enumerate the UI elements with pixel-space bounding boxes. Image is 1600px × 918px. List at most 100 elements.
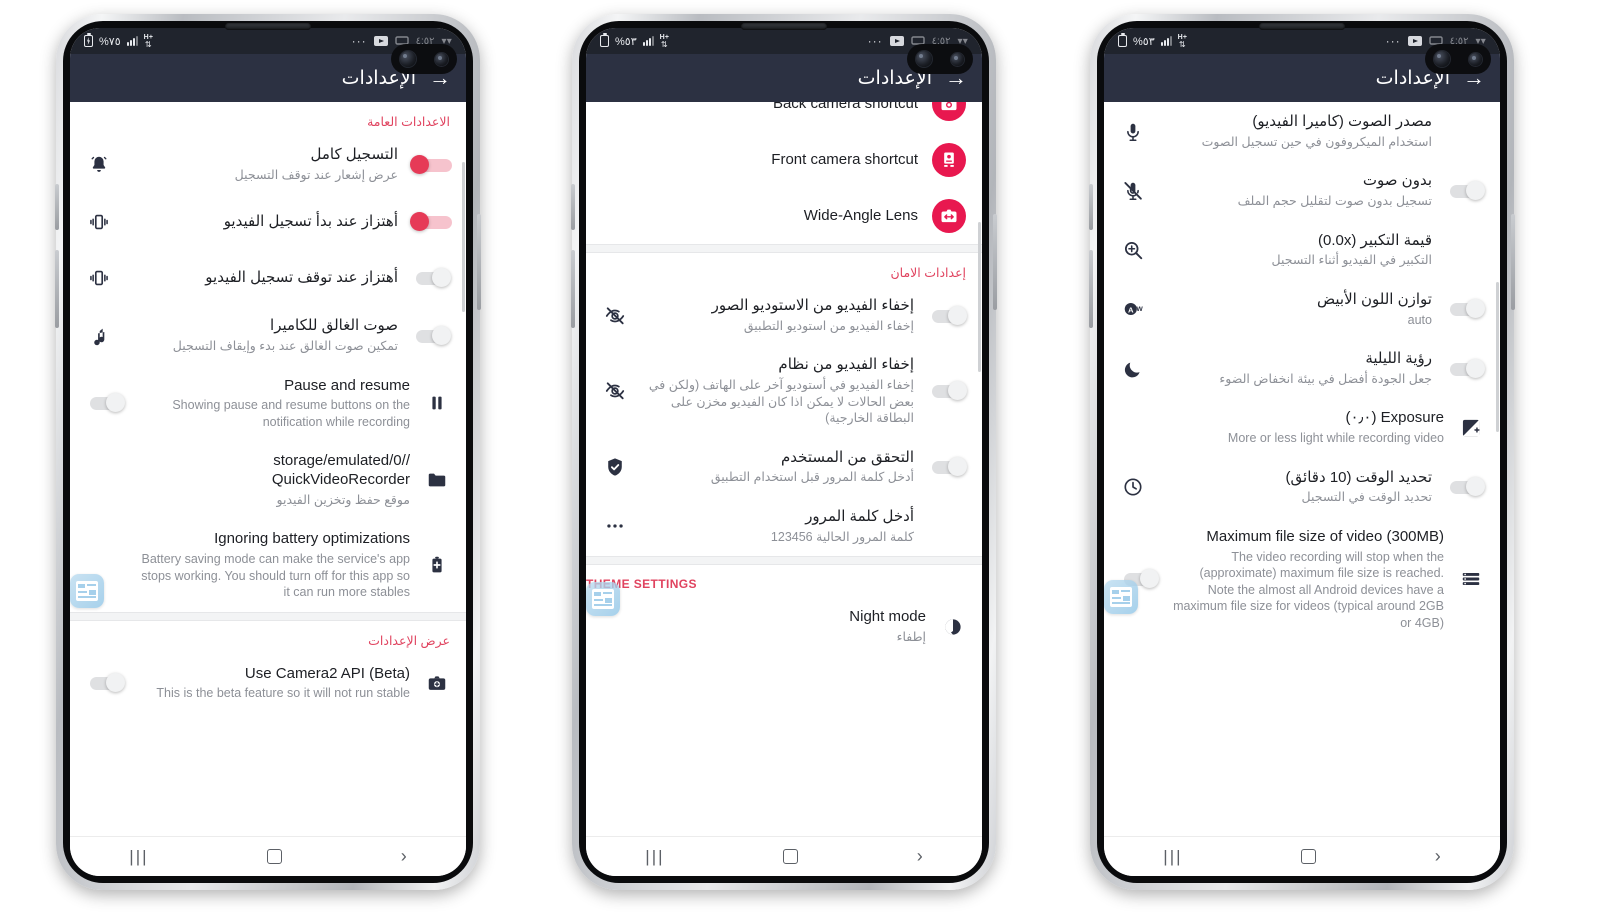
toggle-switch[interactable]: [84, 392, 126, 414]
home-button[interactable]: [783, 849, 799, 864]
back-button[interactable]: ›: [1435, 846, 1441, 867]
power-button[interactable]: [1511, 214, 1515, 310]
section-header: إعدادات الامان: [890, 266, 966, 280]
settings-scroller[interactable]: الاعدادات العامة التسجيل كامل عرض إشعار عن…: [70, 102, 466, 836]
row-subtitle: استخدام الميكروفون في حين تسجيل الصوت: [1201, 134, 1432, 149]
status-left: %٥٣ H+ ⇅: [600, 33, 669, 49]
volume-down-button[interactable]: [1089, 250, 1093, 328]
settings-row[interactable]: storage/emulated/0// QuickVideoRecorder م…: [70, 441, 466, 519]
settings-row[interactable]: أهتزاز عند توقف تسجيل الفيديو: [70, 250, 466, 306]
settings-row[interactable]: أهتزاز عند بدأ تسجيل الفيديو: [70, 194, 466, 250]
power-button[interactable]: [477, 214, 481, 310]
settings-row[interactable]: Front camera shortcut: [586, 132, 982, 188]
settings-row[interactable]: إخفاء الفيديو من نظام إخفاء الفيديو في أس…: [586, 345, 982, 437]
navigation-bar: ||| ›: [1104, 836, 1500, 876]
icon-slot: [422, 554, 452, 576]
phone-screen: %٥٣ H+ ⇅ ··· ٤:٥٢ ▾▾ الإعدادات → Back camera sho…: [586, 28, 982, 876]
settings-scroller[interactable]: Back camera shortcut Front camera shortcu…: [586, 102, 982, 836]
recents-button[interactable]: |||: [645, 847, 664, 867]
recents-button[interactable]: |||: [129, 847, 148, 867]
row-text: Back camera shortcut: [654, 102, 918, 113]
toggle-switch[interactable]: [84, 672, 126, 694]
moon-icon: [1122, 358, 1144, 380]
icon-slot: [84, 267, 114, 289]
home-button[interactable]: [1301, 849, 1317, 864]
power-button[interactable]: [993, 214, 997, 310]
toggle-switch[interactable]: [1444, 180, 1486, 202]
settings-row[interactable]: قيمة التكبير (0.0x) التكبير في الفيديو أث…: [1104, 221, 1500, 280]
row-title: Pause and resume: [284, 376, 410, 394]
toggle-switch[interactable]: [410, 267, 452, 289]
page-title: الإعدادات: [857, 67, 932, 89]
toggle-switch[interactable]: [410, 211, 452, 233]
front-camera-circle-icon[interactable]: [932, 143, 966, 177]
toggle-switch[interactable]: [1444, 358, 1486, 380]
toggle-switch[interactable]: [1444, 298, 1486, 320]
eye-off-icon: [604, 380, 626, 402]
floating-caption-overlay-icon[interactable]: [70, 574, 104, 608]
scrollbar-thumb[interactable]: [1496, 282, 1499, 432]
more-dots-icon: [604, 515, 626, 537]
settings-row[interactable]: Maximum file size of video (300MB) The vi…: [1104, 517, 1500, 642]
scrollbar-thumb[interactable]: [978, 222, 981, 372]
settings-row[interactable]: توازن اللون الأبيض auto A W: [1104, 280, 1500, 339]
settings-row[interactable]: تحديد الوقت (10 دقائق) تحديد الوقت في الت…: [1104, 458, 1500, 517]
settings-row[interactable]: إخفاء الفيديو من الاستوديو الصور إخفاء ال…: [586, 286, 982, 345]
phone-2: %٥٣ H+ ⇅ ··· ٤:٥٢ ▾▾ الإعدادات → Back camera sho…: [571, 14, 997, 890]
volume-down-button[interactable]: [571, 250, 575, 328]
settings-row[interactable]: Night mode إطفاء: [586, 597, 982, 656]
settings-row[interactable]: Back camera shortcut: [586, 102, 982, 132]
row-text: Ignoring battery optimizations Battery sa…: [138, 530, 410, 600]
scrollbar-thumb[interactable]: [462, 162, 465, 312]
settings-row[interactable]: مصدر الصوت (كاميرا الفيديو) استخدام الميك…: [1104, 102, 1500, 161]
row-title: أدخل كلمة المرور: [805, 507, 914, 525]
section-separator: [586, 244, 982, 253]
page-title: الإعدادات: [1375, 67, 1450, 89]
row-title: مصدر الصوت (كاميرا الفيديو): [1252, 113, 1432, 130]
media-play-icon: [1407, 36, 1422, 46]
toggle-switch[interactable]: [926, 380, 968, 402]
settings-row[interactable]: التسجيل كامل عرض إشعار عند توقف التسجيل: [70, 135, 466, 194]
section-header: الاعدادات العامة: [367, 115, 450, 129]
media-play-icon: [889, 36, 904, 46]
settings-row[interactable]: Ignoring battery optimizations Battery sa…: [70, 519, 466, 611]
back-camera-circle-icon[interactable]: [932, 102, 966, 121]
toggle-switch[interactable]: [926, 305, 968, 327]
toggle-switch[interactable]: [1444, 476, 1486, 498]
settings-row[interactable]: Pause and resume Showing pause and resume…: [70, 366, 466, 442]
home-button[interactable]: [267, 849, 283, 864]
wide-angle-circle-icon[interactable]: [932, 199, 966, 233]
recents-button[interactable]: |||: [1163, 847, 1182, 867]
settings-row[interactable]: (٠٫٠) Exposure More or less light while r…: [1104, 398, 1500, 457]
icon-slot: [600, 515, 630, 537]
bell-icon: [88, 154, 110, 176]
settings-row[interactable]: بدون صوت تسجيل بدون صوت لتقليل حجم الملف: [1104, 161, 1500, 220]
row-subtitle: The video recording will stop when the (…: [1173, 549, 1444, 630]
row-subtitle: جعل الجودة أفضل في بيئة انخفاض الضوء: [1219, 371, 1432, 386]
back-button[interactable]: ›: [917, 846, 923, 867]
row-text: رؤية الليلية جعل الجودة أفضل في بيئة انخف…: [1160, 350, 1432, 387]
row-title: التسجيل كامل: [310, 146, 399, 163]
floating-caption-overlay-icon[interactable]: [1104, 580, 1138, 614]
volume-up-button[interactable]: [571, 184, 575, 230]
volume-down-button[interactable]: [55, 250, 59, 328]
volume-up-button[interactable]: [55, 184, 59, 230]
clock-icon: [1122, 476, 1144, 498]
floating-caption-overlay-icon[interactable]: [586, 582, 620, 616]
toggle-switch[interactable]: [410, 325, 452, 347]
back-button[interactable]: ›: [401, 846, 407, 867]
toggle-switch[interactable]: [926, 456, 968, 478]
volume-up-button[interactable]: [1089, 184, 1093, 230]
toggle-switch[interactable]: [410, 154, 452, 176]
row-title: storage/emulated/0// QuickVideoRecorder: [271, 452, 410, 488]
settings-scroller[interactable]: مصدر الصوت (كاميرا الفيديو) استخدام الميك…: [1104, 102, 1500, 836]
settings-row[interactable]: صوت الغالق للكاميرا تمكين صوت الغالق عند …: [70, 306, 466, 365]
settings-row[interactable]: Wide-Angle Lens: [586, 188, 982, 244]
settings-row[interactable]: التحقق من المستخدم أدخل كلمة المرور قبل ا…: [586, 438, 982, 497]
settings-row[interactable]: رؤية الليلية جعل الجودة أفضل في بيئة انخف…: [1104, 339, 1500, 398]
navigation-bar: ||| ›: [70, 836, 466, 876]
settings-row[interactable]: أدخل كلمة المرور كلمة المرور الحالية 1234…: [586, 497, 982, 556]
settings-row[interactable]: Use Camera2 API (Beta) This is the beta f…: [70, 654, 466, 713]
row-text: Wide-Angle Lens: [654, 207, 918, 226]
battery-icon: [600, 33, 609, 47]
